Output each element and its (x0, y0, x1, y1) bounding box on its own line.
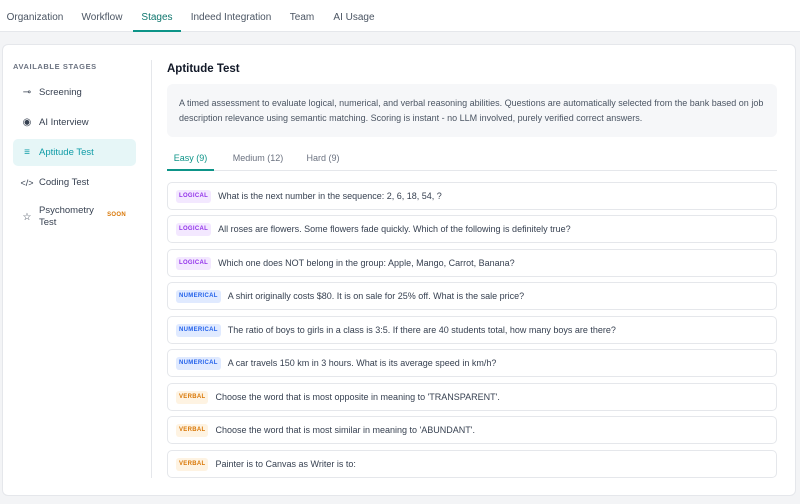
category-badge: VERBAL (176, 423, 209, 437)
code-icon: </> (20, 177, 34, 188)
sidebar-item-label: Psychometry Test (39, 205, 94, 228)
question-text: Choose the word that is most opposite in… (215, 392, 500, 402)
question-row[interactable]: VERBAL Choose the word that is most simi… (167, 416, 777, 444)
soon-badge: SOON (107, 212, 126, 218)
list-icon: ≡ (24, 147, 30, 158)
sidebar-item-ai-interview[interactable]: ◉ AI Interview (13, 109, 136, 136)
question-row[interactable]: LOGICAL All roses are flowers. Some flow… (167, 215, 777, 243)
sidebar-item-label: AI Interview (39, 117, 89, 128)
sidebar-item-coding-test[interactable]: </> Coding Test (13, 169, 136, 196)
tab-organization[interactable]: Organization (5, 0, 65, 31)
question-row[interactable]: NUMERICAL A car travels 150 km in 3 hour… (167, 349, 777, 377)
sidebar-header: AVAILABLE STAGES (13, 62, 97, 71)
sidebar-item-psychometry-test[interactable]: ☆ Psychometry Test SOON (13, 198, 136, 236)
question-row[interactable]: NUMERICAL A shirt originally costs $80. … (167, 282, 777, 310)
question-text: A car travels 150 km in 3 hours. What is… (227, 358, 497, 368)
star-icon: ☆ (22, 211, 32, 223)
question-row[interactable]: VERBAL Painter is to Canvas as Writer is… (167, 450, 777, 478)
category-badge: VERBAL (176, 390, 209, 404)
question-text: A shirt originally costs $80. It is on s… (227, 291, 525, 301)
question-row[interactable]: LOGICAL Which one does NOT belong in the… (167, 249, 777, 277)
category-badge: LOGICAL (176, 189, 212, 203)
question-text: Which one does NOT belong in the group: … (218, 258, 515, 268)
top-nav: Organization Workflow Stages Indeed Inte… (0, 0, 800, 32)
sidebar-item-label: Coding Test (39, 177, 89, 188)
question-text: Choose the word that is most similar in … (215, 425, 476, 435)
sidebar-item-aptitude-test[interactable]: ≡ Aptitude Test (13, 139, 136, 166)
tab-stages[interactable]: Stages (133, 0, 181, 32)
screening-icon: ⊸ (22, 87, 32, 98)
stage-description: A timed assessment to evaluate logical, … (167, 84, 777, 137)
question-text: All roses are flowers. Some flowers fade… (218, 224, 571, 234)
tab-indeed-integration[interactable]: Indeed Integration (190, 0, 272, 31)
tab-team[interactable]: Team (287, 0, 317, 31)
question-row[interactable]: VERBAL Choose the word that is most oppo… (167, 383, 777, 411)
question-text: The ratio of boys to girls in a class is… (227, 325, 616, 335)
category-badge: VERBAL (176, 457, 209, 471)
category-badge: LOGICAL (176, 256, 212, 270)
question-row[interactable]: NUMERICAL The ratio of boys to girls in … (167, 316, 777, 344)
question-text: Painter is to Canvas as Writer is to: (215, 459, 356, 469)
tab-ai-usage[interactable]: AI Usage (332, 0, 376, 31)
category-badge: NUMERICAL (176, 356, 221, 370)
difficulty-tabs: Easy (9) Medium (12) Hard (9) (167, 148, 777, 171)
tab-hard[interactable]: Hard (9) (303, 148, 343, 170)
tab-medium[interactable]: Medium (12) (229, 148, 287, 170)
sidebar-item-label: Screening (39, 87, 82, 98)
sidebar-divider (151, 60, 152, 478)
ai-interview-icon: ◉ (22, 117, 32, 128)
category-badge: LOGICAL (176, 222, 212, 236)
category-badge: NUMERICAL (176, 323, 221, 337)
tab-easy[interactable]: Easy (9) (167, 148, 214, 171)
question-text: What is the next number in the sequence:… (218, 191, 442, 201)
sidebar-item-screening[interactable]: ⊸ Screening (13, 79, 136, 106)
category-badge: NUMERICAL (176, 289, 221, 303)
question-row[interactable]: LOGICAL What is the next number in the s… (167, 182, 777, 210)
page-title: Aptitude Test (167, 63, 240, 75)
sidebar-item-label: Aptitude Test (39, 147, 94, 158)
tab-workflow[interactable]: Workflow (78, 0, 126, 31)
